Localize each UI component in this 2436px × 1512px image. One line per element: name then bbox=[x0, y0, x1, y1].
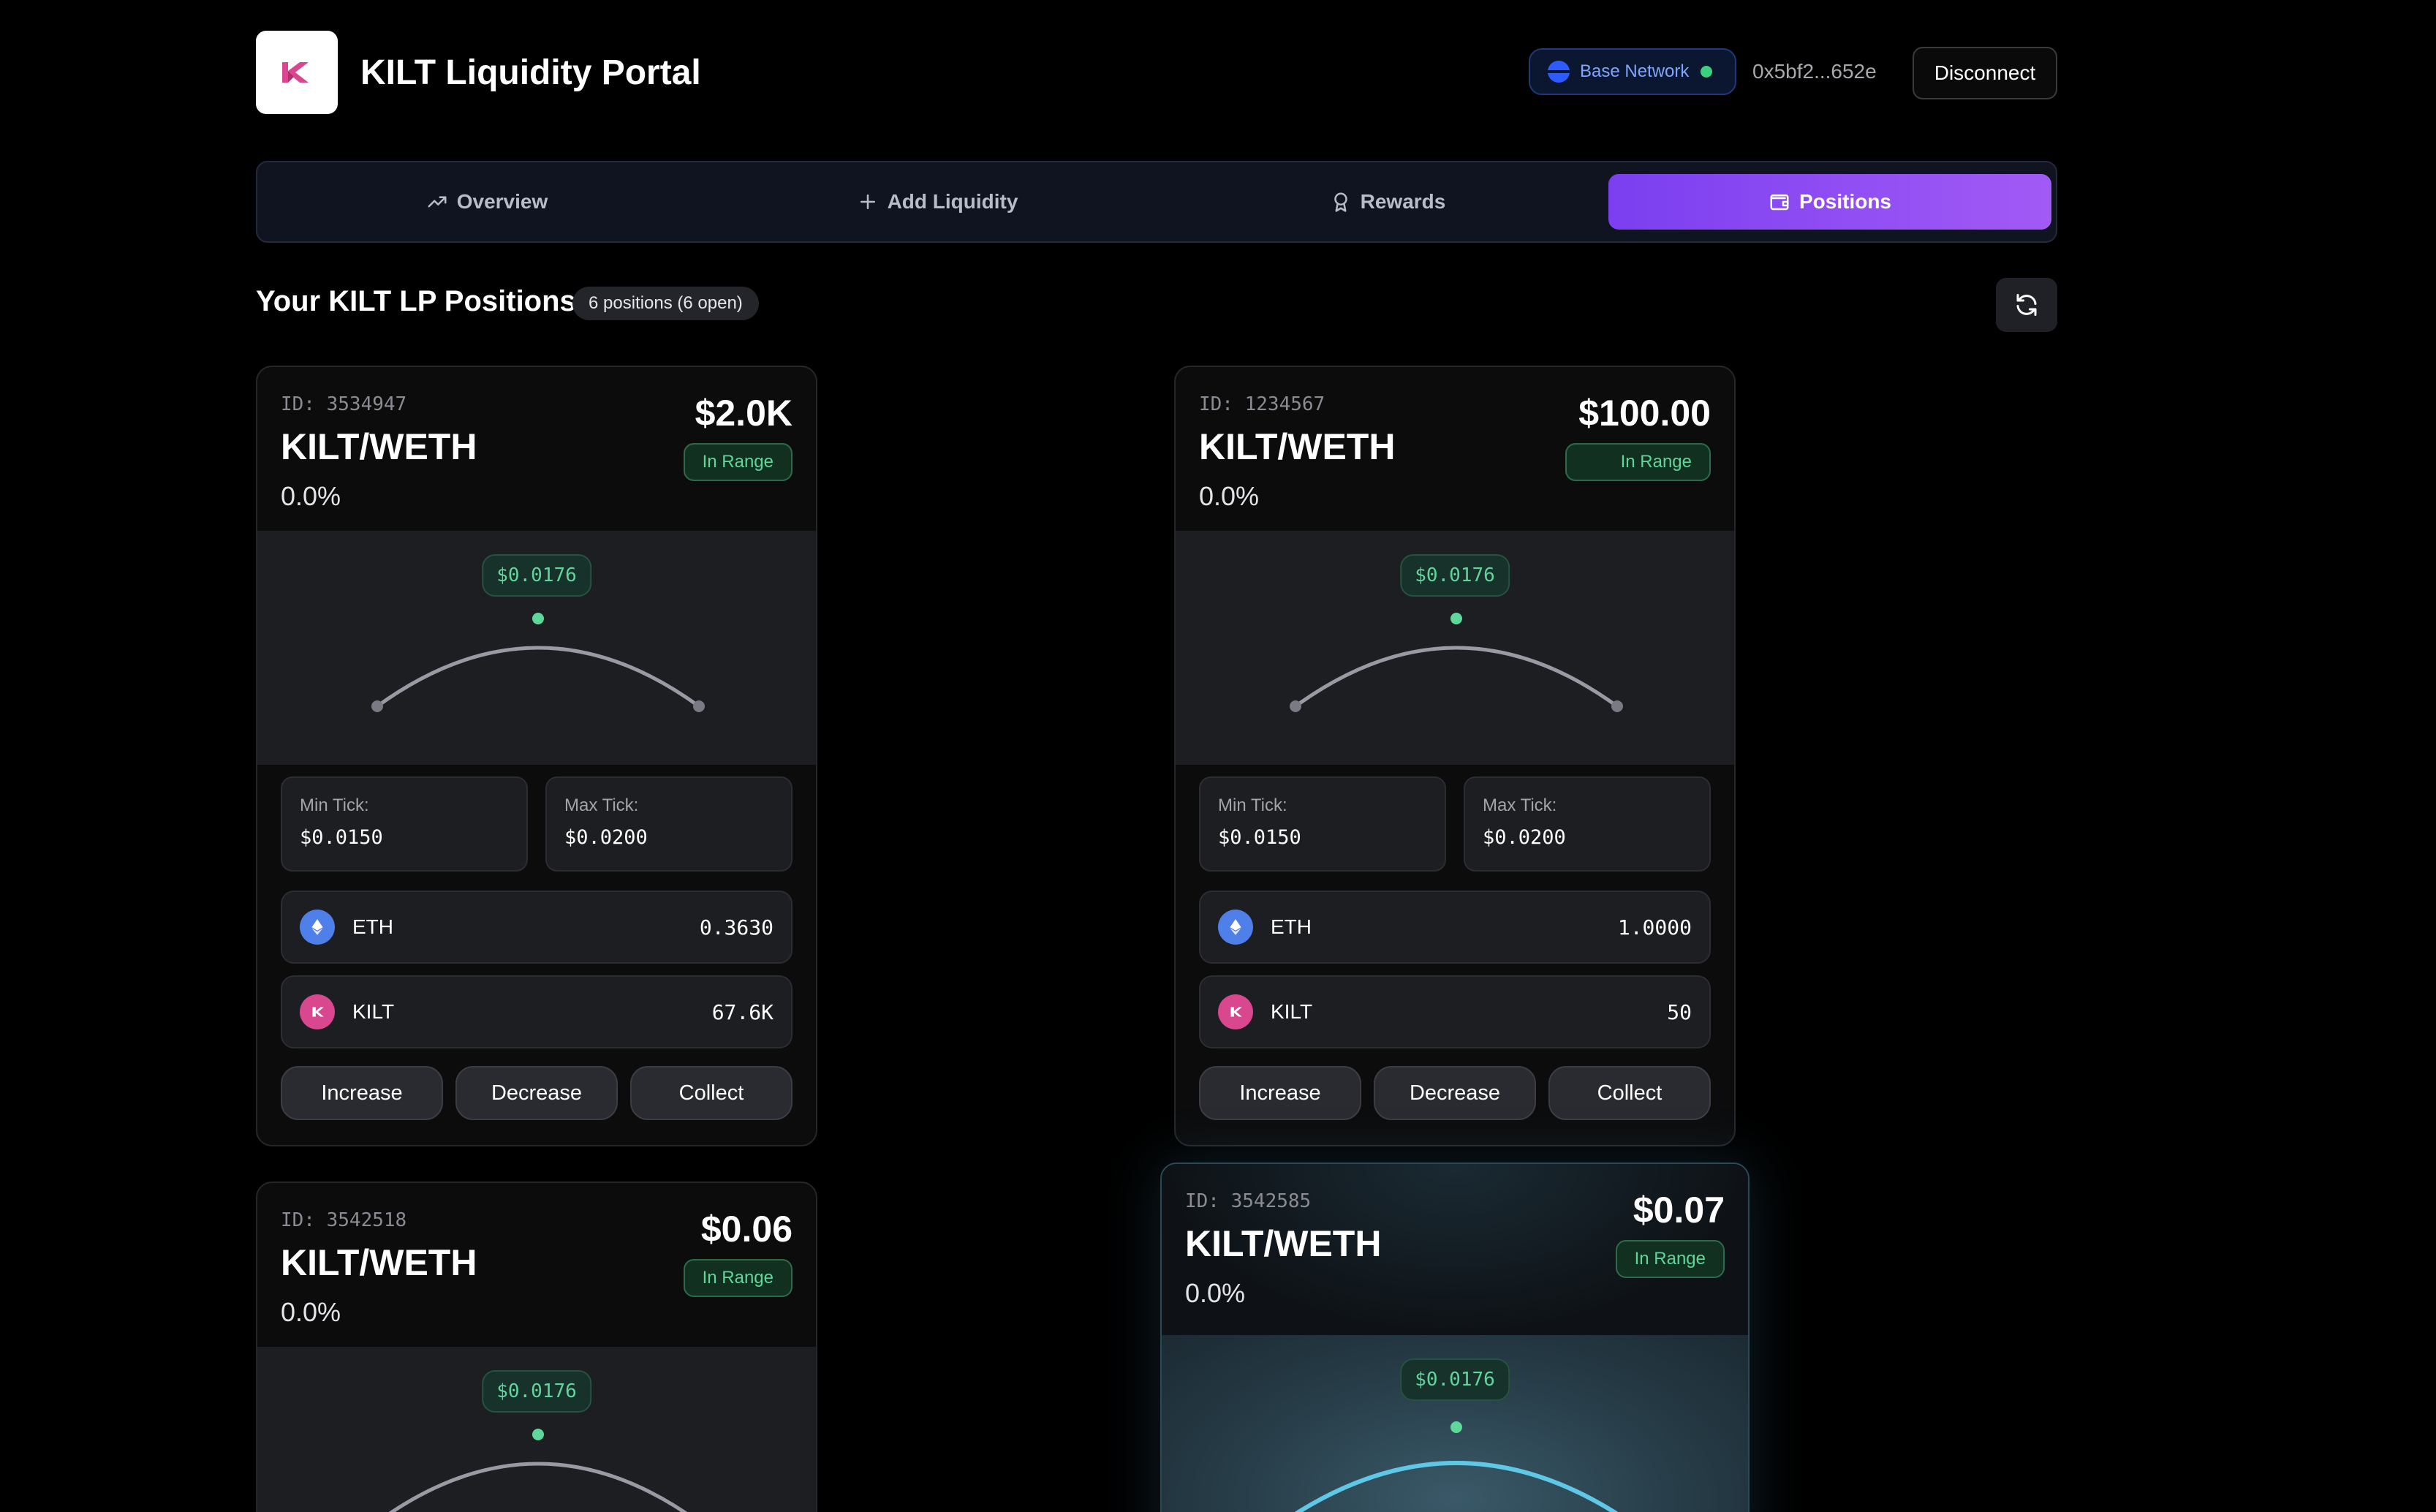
plus-icon bbox=[860, 194, 875, 209]
collect-button[interactable]: Collect bbox=[630, 1066, 793, 1120]
position-percentage: 0.0% bbox=[281, 481, 341, 511]
status-badge: In Range bbox=[683, 443, 793, 481]
position-percentage: 0.0% bbox=[1185, 1278, 1246, 1308]
current-price-label: $0.0176 bbox=[482, 1370, 591, 1413]
tab-label: Rewards bbox=[1360, 190, 1446, 213]
token-row-kilt: KILT 67.6K bbox=[281, 975, 793, 1048]
position-id: ID: 3542518 bbox=[281, 1209, 407, 1231]
ethereum-icon bbox=[300, 910, 335, 945]
position-id: ID: 1234567 bbox=[1199, 393, 1325, 415]
section-title: Your KILT LP Positions bbox=[256, 285, 576, 317]
kilt-logo-icon bbox=[282, 62, 309, 83]
max-tick-label: Max Tick: bbox=[564, 795, 639, 815]
increase-button[interactable]: Increase bbox=[281, 1066, 443, 1120]
position-value: $0.07 bbox=[1633, 1190, 1725, 1231]
award-icon bbox=[1334, 192, 1347, 212]
position-card[interactable]: ID: 3534947 KILT/WETH 0.0% $2.0K In Rang… bbox=[256, 366, 817, 1146]
refresh-icon bbox=[2016, 294, 2037, 316]
page: KILT Liquidity Portal Base Network 0x5bf… bbox=[0, 0, 2436, 1512]
current-price-label: $0.0176 bbox=[1400, 1358, 1510, 1401]
max-tick-value: $0.0200 bbox=[1483, 826, 1566, 849]
position-card[interactable]: ID: 1234567 KILT/WETH 0.0% $100.00 In Ra… bbox=[1174, 366, 1736, 1146]
price-range-chart: $0.0176 bbox=[1162, 1335, 1748, 1512]
token-row-kilt: KILT 50 bbox=[1199, 975, 1711, 1048]
min-tick-label: Min Tick: bbox=[1218, 795, 1287, 815]
price-range-chart: $0.0176 bbox=[257, 1347, 816, 1512]
price-range-chart: $0.0176 bbox=[1176, 531, 1734, 765]
token-row-eth: ETH 1.0000 bbox=[1199, 891, 1711, 964]
tab-positions[interactable]: Positions bbox=[1608, 174, 2051, 230]
token-amount: 50 bbox=[1667, 999, 1692, 1024]
position-pair: KILT/WETH bbox=[1185, 1223, 1382, 1264]
position-pair: KILT/WETH bbox=[281, 1242, 477, 1283]
max-tick-label: Max Tick: bbox=[1483, 795, 1557, 815]
network-badge[interactable]: Base Network bbox=[1529, 48, 1736, 95]
tab-overview[interactable]: Overview bbox=[268, 174, 706, 230]
kilt-token-icon bbox=[300, 994, 335, 1029]
position-card-highlighted[interactable]: ID: 3542585 KILT/WETH 0.0% $0.07 In Rang… bbox=[1160, 1163, 1750, 1512]
position-header: ID: 1234567 KILT/WETH 0.0% $100.00 In Ra… bbox=[1176, 367, 1734, 531]
position-value: $0.06 bbox=[700, 1209, 793, 1250]
tab-label: Add Liquidity bbox=[887, 190, 1018, 213]
position-percentage: 0.0% bbox=[1199, 481, 1260, 511]
max-tick-box: Max Tick: $0.0200 bbox=[545, 776, 793, 872]
collect-button[interactable]: Collect bbox=[1548, 1066, 1711, 1120]
status-badge: In Range bbox=[1565, 443, 1711, 481]
position-card[interactable]: ID: 3542518 KILT/WETH 0.0% $0.06 In Rang… bbox=[256, 1182, 817, 1512]
tab-label: Overview bbox=[456, 190, 548, 213]
position-value: $100.00 bbox=[1578, 393, 1711, 434]
token-symbol: KILT bbox=[1271, 1000, 1313, 1023]
kilt-logo bbox=[256, 31, 338, 114]
min-tick-box: Min Tick: $0.0150 bbox=[1199, 776, 1446, 872]
network-name: Base Network bbox=[1580, 61, 1690, 81]
token-amount: 1.0000 bbox=[1617, 915, 1692, 940]
base-network-icon bbox=[1548, 61, 1570, 83]
positions-count-badge: 6 positions (6 open) bbox=[572, 287, 759, 320]
token-symbol: KILT bbox=[352, 1000, 395, 1023]
app-title: KILT Liquidity Portal bbox=[360, 53, 701, 92]
position-value: $2.0K bbox=[695, 393, 793, 434]
token-amount: 67.6K bbox=[711, 999, 773, 1024]
position-pair: KILT/WETH bbox=[1199, 426, 1396, 467]
token-row-eth: ETH 0.3630 bbox=[281, 891, 793, 964]
current-price-label: $0.0176 bbox=[482, 554, 591, 597]
position-id: ID: 3534947 bbox=[281, 393, 407, 415]
min-tick-value: $0.0150 bbox=[300, 826, 383, 849]
position-header: ID: 3534947 KILT/WETH 0.0% $2.0K In Rang… bbox=[257, 367, 816, 531]
kilt-token-icon bbox=[1218, 994, 1253, 1029]
token-amount: 0.3630 bbox=[699, 915, 773, 940]
increase-button[interactable]: Increase bbox=[1199, 1066, 1361, 1120]
current-price-label: $0.0176 bbox=[1400, 554, 1510, 597]
status-badge: In Range bbox=[1615, 1240, 1725, 1278]
position-pair: KILT/WETH bbox=[281, 426, 477, 467]
tab-add-liquidity[interactable]: Add Liquidity bbox=[718, 174, 1157, 230]
trending-up-icon bbox=[428, 196, 447, 208]
min-tick-box: Min Tick: $0.0150 bbox=[281, 776, 528, 872]
token-symbol: ETH bbox=[1271, 915, 1312, 938]
min-tick-value: $0.0150 bbox=[1218, 826, 1301, 849]
position-percentage: 0.0% bbox=[281, 1297, 341, 1327]
price-range-chart: $0.0176 bbox=[257, 531, 816, 765]
min-tick-label: Min Tick: bbox=[300, 795, 369, 815]
ethereum-icon bbox=[1218, 910, 1253, 945]
position-header: ID: 3542518 KILT/WETH 0.0% $0.06 In Rang… bbox=[257, 1183, 816, 1347]
wallet-address: 0x5bf2...652e bbox=[1752, 60, 1877, 83]
wallet-icon bbox=[1770, 194, 1789, 211]
position-id: ID: 3542585 bbox=[1185, 1190, 1312, 1212]
disconnect-button[interactable]: Disconnect bbox=[1913, 47, 2057, 99]
position-header: ID: 3542585 KILT/WETH 0.0% $0.07 In Rang… bbox=[1162, 1164, 1748, 1335]
tab-label: Positions bbox=[1798, 190, 1891, 213]
refresh-button[interactable] bbox=[1996, 278, 2057, 332]
token-symbol: ETH bbox=[352, 915, 393, 938]
max-tick-box: Max Tick: $0.0200 bbox=[1464, 776, 1711, 872]
decrease-button[interactable]: Decrease bbox=[455, 1066, 618, 1120]
max-tick-value: $0.0200 bbox=[564, 826, 648, 849]
main-tabs: Overview Add Liquidity Rewards Positions bbox=[256, 161, 2057, 243]
decrease-button[interactable]: Decrease bbox=[1374, 1066, 1536, 1120]
status-badge: In Range bbox=[683, 1259, 793, 1297]
connected-status-dot bbox=[1701, 66, 1713, 78]
tab-rewards[interactable]: Rewards bbox=[1168, 174, 1607, 230]
app-header: KILT Liquidity Portal Base Network 0x5bf… bbox=[256, 31, 2057, 116]
